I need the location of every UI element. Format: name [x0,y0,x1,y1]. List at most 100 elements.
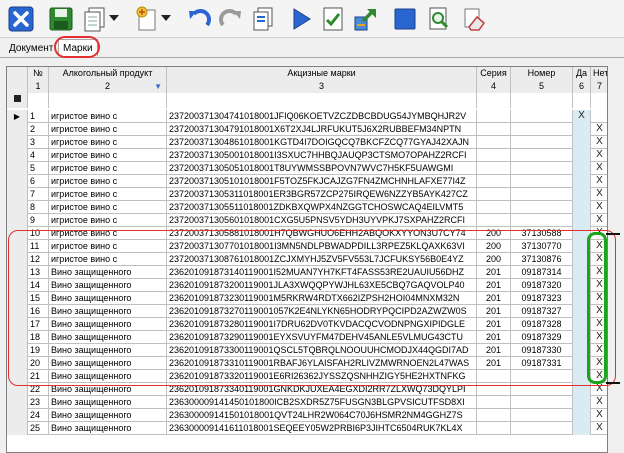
header-num[interactable]: № [28,67,49,80]
da-cell[interactable] [573,305,591,318]
header-nomer[interactable]: Номер [511,67,573,80]
da-cell[interactable] [573,266,591,279]
net-cell[interactable] [591,110,607,123]
da-cell[interactable] [573,357,591,370]
da-cell[interactable] [573,227,591,240]
filter-cell[interactable] [511,93,573,108]
net-cell[interactable]: X [591,305,607,318]
net-cell[interactable]: X [591,266,607,279]
net-cell[interactable]: X [591,123,607,136]
new-doc-button[interactable] [132,4,171,34]
table-row[interactable]: 19 Вино защищенного 236201091873300119001Q… [7,344,607,357]
net-cell[interactable]: X [591,253,607,266]
net-cell[interactable]: X [591,175,607,188]
row-selector[interactable] [7,201,28,214]
export-button[interactable] [350,4,380,34]
check-doc-button[interactable] [318,4,348,34]
da-cell[interactable] [573,344,591,357]
table-row[interactable]: 16 Вино защищенного 2362010918732701190010… [7,305,607,318]
net-cell[interactable]: X [591,149,607,162]
table-row[interactable]: 23 Вино защищенного 236300009141450101800I… [7,396,607,409]
da-cell[interactable] [573,318,591,331]
net-cell[interactable]: X [591,344,607,357]
paste-doc-button[interactable] [248,4,278,34]
da-cell[interactable] [573,214,591,227]
filter-row-icon[interactable] [7,93,28,108]
row-selector[interactable] [7,266,28,279]
da-cell[interactable] [573,331,591,344]
table-row[interactable]: 7 игристое вино с 237200371305311018001ER3… [7,188,607,201]
net-cell[interactable]: X [591,279,607,292]
row-selector[interactable] [7,357,28,370]
net-cell[interactable]: X [591,383,607,396]
row-selector[interactable] [7,331,28,344]
row-selector[interactable] [7,396,28,409]
row-selector[interactable] [7,123,28,136]
table-row[interactable]: 10 игристое вино с 237200371305881018001H7… [7,227,607,240]
da-cell[interactable] [573,162,591,175]
undo-button[interactable] [184,4,214,34]
table-row[interactable]: 5 игристое вино с 237200371305051018001T8U… [7,162,607,175]
header-seria[interactable]: Серия [477,67,511,80]
filter-cell[interactable] [167,93,477,108]
tab-document[interactable]: Документ [4,39,59,57]
search-doc-button[interactable] [424,4,454,34]
net-cell[interactable]: X [591,357,607,370]
row-selector[interactable] [7,422,28,435]
da-cell[interactable] [573,253,591,266]
row-selector[interactable] [7,370,28,383]
copy-doc-button[interactable] [80,4,119,34]
table-row[interactable]: 18 Вино защищенного 236201091873290119001E… [7,331,607,344]
da-cell[interactable] [573,201,591,214]
da-cell[interactable] [573,409,591,422]
play-button[interactable] [286,4,316,34]
da-cell[interactable]: X [573,110,591,123]
eraser-button[interactable] [458,4,488,34]
row-selector[interactable] [7,253,28,266]
table-row[interactable]: ▶ 1 игристое вино с 237200371304741018001JF… [7,110,607,123]
row-selector[interactable] [7,409,28,422]
net-cell[interactable]: X [591,188,607,201]
row-selector[interactable]: ▶ [7,110,28,123]
net-cell[interactable]: X [591,162,607,175]
table-row[interactable]: 17 Вино защищенного 236201091873280119001I… [7,318,607,331]
row-selector[interactable] [7,227,28,240]
table-row[interactable]: 6 игристое вино с 237200371305101018001F5T… [7,175,607,188]
da-cell[interactable] [573,370,591,383]
row-selector[interactable] [7,175,28,188]
filter-cell[interactable] [49,93,167,108]
table-row[interactable]: 9 игристое вино с 237200371305601018001CXG… [7,214,607,227]
net-cell[interactable]: X [591,136,607,149]
header-product[interactable]: Алкогольный продукт [49,67,167,80]
table-row[interactable]: 21 Вино защищенного 236201091873320119001E… [7,370,607,383]
row-selector[interactable] [7,214,28,227]
chevron-down-icon[interactable] [109,15,119,21]
net-cell[interactable]: X [591,331,607,344]
net-cell[interactable]: X [591,240,607,253]
tab-marks[interactable]: Марки [58,39,98,57]
table-row[interactable]: 8 игристое вино с 237200371305511018001ZDK… [7,201,607,214]
chevron-down-icon[interactable] [161,15,171,21]
net-cell[interactable]: X [591,422,607,435]
da-cell[interactable] [573,292,591,305]
table-row[interactable]: 3 игристое вино с 237200371304861018001KGT… [7,136,607,149]
da-cell[interactable] [573,240,591,253]
net-cell[interactable]: X [591,227,607,240]
row-selector[interactable] [7,292,28,305]
table-row[interactable]: 13 Вино защищенного 236201091873140119001I… [7,266,607,279]
da-cell[interactable] [573,422,591,435]
net-cell[interactable]: X [591,292,607,305]
net-cell[interactable]: X [591,318,607,331]
header-net[interactable]: Нет [591,67,607,80]
row-selector[interactable] [7,240,28,253]
row-selector[interactable] [7,136,28,149]
da-cell[interactable] [573,123,591,136]
row-selector[interactable] [7,149,28,162]
table-row[interactable]: 24 Вино защищенного 236300009141501018001Q… [7,409,607,422]
row-selector[interactable] [7,318,28,331]
redo-button[interactable] [216,4,246,34]
net-cell[interactable]: X [591,370,607,383]
net-cell[interactable]: X [591,409,607,422]
save-button[interactable] [46,4,76,34]
table-row[interactable]: 25 Вино защищенного 236300009141611018001S… [7,422,607,435]
